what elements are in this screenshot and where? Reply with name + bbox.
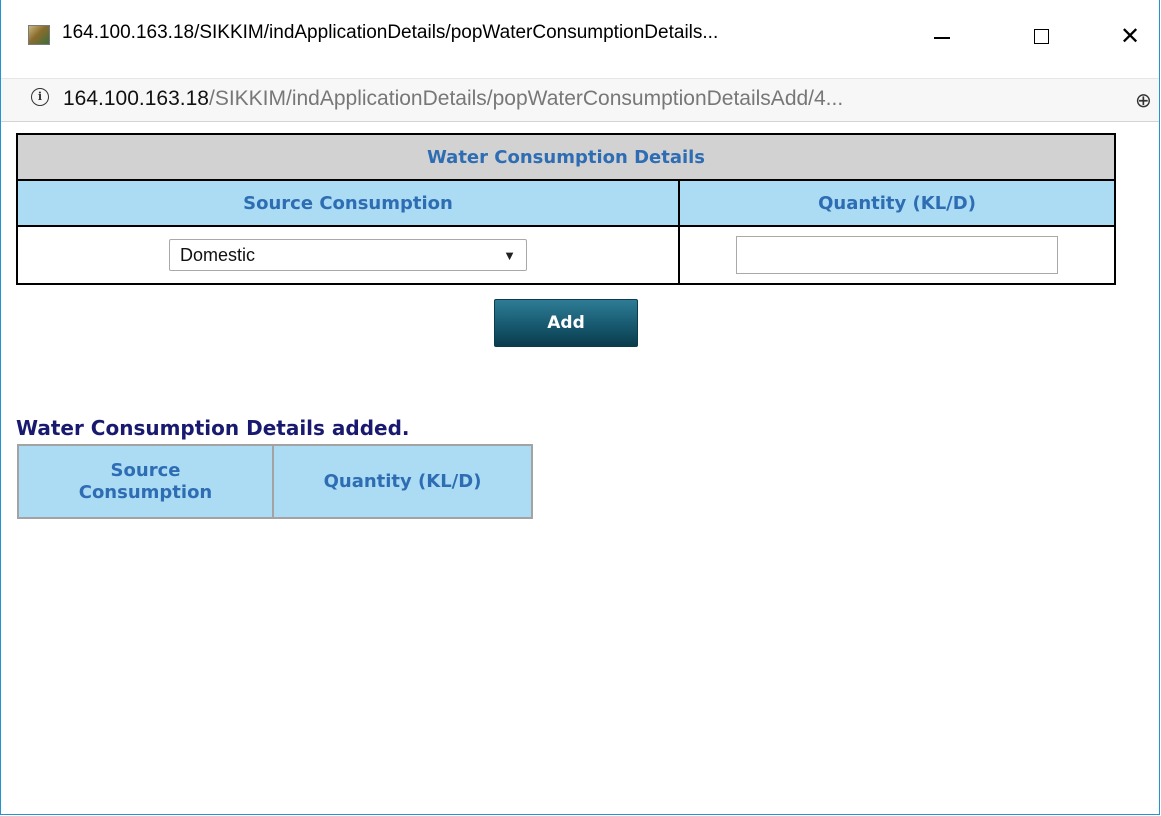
add-button[interactable]: Add: [494, 299, 638, 347]
zoom-icon[interactable]: ⊕: [1135, 88, 1152, 112]
url-path: /SIKKIM/indApplicationDetails/popWaterCo…: [208, 87, 844, 110]
popup-window: 164.100.163.18/SIKKIM/indApplicationDeta…: [0, 0, 1160, 815]
added-source-header-line1: Source: [110, 459, 181, 481]
source-consumption-select[interactable]: Domestic ▼: [169, 239, 527, 271]
maximize-icon: [1033, 28, 1049, 44]
form-title: Water Consumption Details: [16, 133, 1116, 181]
quantity-cell: [678, 225, 1116, 285]
source-consumption-header: Source Consumption: [16, 179, 680, 227]
title-bar: 164.100.163.18/SIKKIM/indApplicationDeta…: [1, 0, 1159, 78]
source-selected-value: Domestic: [180, 244, 256, 265]
added-source-header-line2: Consumption: [78, 481, 213, 503]
water-consumption-form-table: Water Consumption Details Source Consump…: [16, 133, 1116, 285]
source-cell: Domestic ▼: [16, 225, 680, 285]
close-icon: ✕: [1119, 22, 1141, 50]
maximize-button[interactable]: [1018, 14, 1064, 58]
close-button[interactable]: ✕: [1107, 14, 1153, 58]
address-bar[interactable]: i 164.100.163.18/SIKKIM/indApplicationDe…: [1, 78, 1159, 122]
quantity-header: Quantity (KL/D): [678, 179, 1116, 227]
added-quantity-header: Quantity (KL/D): [272, 444, 533, 519]
page-content: Water Consumption Details Source Consump…: [1, 122, 1159, 815]
added-details-table: Source Consumption Quantity (KL/D): [17, 444, 533, 519]
dropdown-arrow-icon: ▼: [503, 247, 516, 263]
url-host: 164.100.163.18: [63, 87, 209, 110]
url-text[interactable]: 164.100.163.18/SIKKIM/indApplicationDeta…: [63, 87, 843, 111]
added-source-header: Source Consumption: [17, 444, 274, 519]
info-icon[interactable]: i: [31, 88, 49, 106]
site-favicon-icon: [28, 25, 50, 45]
minimize-icon: [934, 37, 950, 39]
minimize-button[interactable]: [919, 14, 965, 58]
quantity-input[interactable]: [736, 236, 1058, 274]
added-section-title: Water Consumption Details added.: [16, 416, 410, 440]
window-title: 164.100.163.18/SIKKIM/indApplicationDeta…: [62, 22, 719, 43]
